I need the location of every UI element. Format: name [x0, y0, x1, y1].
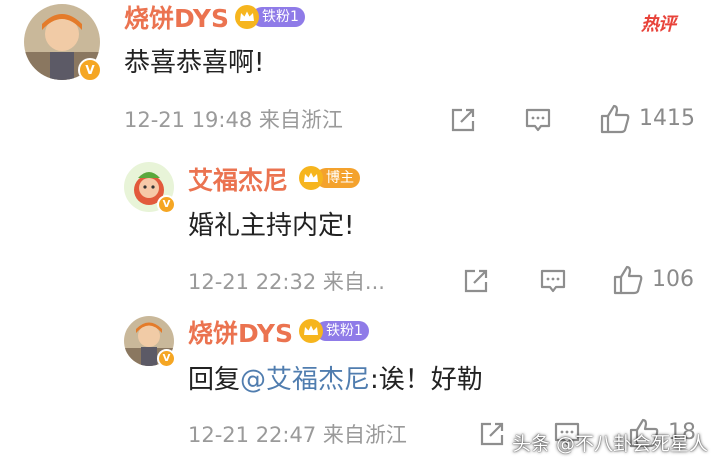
share-button[interactable] — [449, 106, 477, 134]
avatar[interactable]: V — [124, 162, 176, 214]
comment-meta: 12-21 19:48 来自浙江 — [124, 108, 343, 132]
like-count: 106 — [652, 267, 694, 292]
like-count: 1415 — [639, 106, 695, 131]
blogger-badge: 博主 — [298, 166, 360, 190]
username[interactable]: 艾福杰尼 — [188, 168, 288, 193]
share-button[interactable] — [478, 420, 506, 448]
comment-text: 回复@艾福杰尼:诶！好勒 — [188, 367, 483, 393]
fan-level-badge: 铁粉1 — [234, 5, 305, 29]
avatar[interactable]: V — [124, 316, 176, 368]
fan-level-badge: 铁粉1 — [298, 319, 369, 343]
comment-item: V 烧饼DYS 铁粉1 恭喜恭喜啊! 12-21 19:48 来自浙江 1415 — [0, 0, 720, 150]
comment-meta: 12-21 22:47 来自浙江 — [188, 423, 407, 447]
comment-button[interactable] — [539, 268, 567, 294]
username[interactable]: 烧饼DYS — [124, 6, 229, 31]
comment-meta: 12-21 22:32 来自... — [188, 270, 385, 294]
reply-text: :诶！好勒 — [370, 365, 483, 395]
crown-icon — [299, 166, 323, 190]
username[interactable]: 烧饼DYS — [188, 321, 293, 346]
comment-thread: 热评 V 烧饼DYS 铁粉1 恭喜恭喜啊! 12-21 19:48 来自浙江 1… — [0, 0, 720, 466]
share-icon — [480, 422, 504, 446]
reply-item: V 艾福杰尼 博主 婚礼主持内定! 12-21 22:32 来自... 106 — [0, 150, 720, 300]
share-icon — [451, 108, 475, 132]
verified-badge-icon: V — [78, 58, 102, 82]
share-button[interactable] — [462, 267, 490, 295]
like-button[interactable]: 1415 — [599, 103, 695, 135]
verified-badge-icon: V — [157, 349, 176, 368]
verified-badge-icon: V — [157, 195, 176, 214]
thumbs-up-icon — [600, 104, 630, 134]
thumbs-up-icon — [613, 265, 643, 295]
mention-link[interactable]: @艾福杰尼 — [240, 365, 370, 395]
comment-text: 恭喜恭喜啊! — [124, 48, 265, 78]
like-button[interactable]: 106 — [612, 264, 694, 296]
avatar[interactable]: V — [24, 4, 102, 82]
comment-icon — [540, 269, 566, 293]
crown-icon — [299, 319, 323, 343]
comment-text: 婚礼主持内定! — [188, 211, 355, 241]
crown-icon — [235, 5, 259, 29]
reply-prefix: 回复 — [188, 365, 241, 395]
watermark: 头条 @不八卦会死星人 — [511, 433, 708, 455]
comment-button[interactable] — [524, 107, 552, 133]
share-icon — [464, 269, 488, 293]
comment-icon — [525, 108, 551, 132]
